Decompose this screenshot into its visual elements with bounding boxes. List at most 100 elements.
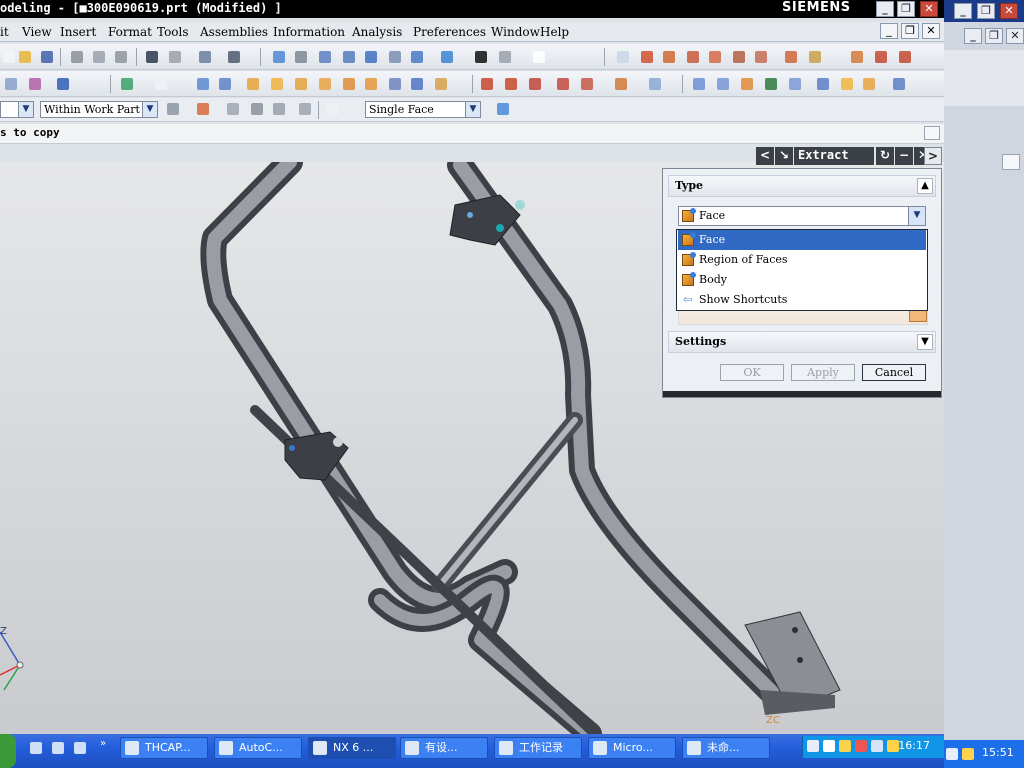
snap-point-icon[interactable] bbox=[614, 48, 632, 66]
extract-icon[interactable] bbox=[890, 75, 908, 93]
keyboard-icon[interactable] bbox=[807, 740, 819, 752]
zoom-in-out-icon[interactable] bbox=[340, 48, 358, 66]
edit-curve-icon[interactable] bbox=[612, 75, 630, 93]
select-feature-icon[interactable] bbox=[248, 100, 266, 118]
cue-line-expand-icon[interactable] bbox=[924, 126, 940, 140]
chamfer-icon[interactable] bbox=[432, 75, 450, 93]
view-icon[interactable] bbox=[225, 48, 243, 66]
ime-icon[interactable] bbox=[839, 740, 851, 752]
rectangle-select-icon[interactable] bbox=[324, 100, 342, 118]
type-dropdown[interactable]: Face ▼ bbox=[678, 206, 926, 226]
maximize-button[interactable]: ❐ bbox=[897, 1, 915, 17]
datum-icon[interactable] bbox=[26, 75, 44, 93]
reset-icon[interactable]: ↘ bbox=[775, 147, 793, 165]
filter-settings-icon[interactable] bbox=[164, 100, 182, 118]
taskbar-item-autocad[interactable]: AutoC... bbox=[214, 737, 302, 759]
menu-edit[interactable]: it bbox=[0, 24, 9, 40]
menu-format[interactable]: Format bbox=[108, 24, 152, 40]
menu-help[interactable]: Help bbox=[540, 24, 569, 40]
outer-close-button[interactable]: ✕ bbox=[1000, 3, 1018, 19]
next-dialog-icon[interactable]: > bbox=[924, 147, 942, 165]
thicken-icon[interactable] bbox=[838, 75, 856, 93]
menu-assemblies[interactable]: Assemblies bbox=[200, 24, 268, 40]
sketch-icon[interactable] bbox=[2, 75, 20, 93]
deselect-icon[interactable] bbox=[296, 100, 314, 118]
arc-icon[interactable] bbox=[502, 75, 520, 93]
taskbar-item-ie[interactable]: 有设... bbox=[400, 737, 488, 759]
block-icon[interactable] bbox=[244, 75, 262, 93]
chevron-up-icon[interactable]: ▲ bbox=[917, 178, 933, 194]
settings-group-header[interactable]: Settings ▼ bbox=[668, 331, 936, 353]
outer-tray-icon[interactable] bbox=[946, 748, 958, 760]
menu-insert[interactable]: Insert bbox=[60, 24, 96, 40]
outer-expand-icon[interactable] bbox=[1002, 154, 1020, 170]
select-all-icon[interactable] bbox=[270, 100, 288, 118]
select-body-icon[interactable] bbox=[494, 100, 512, 118]
ruled-icon[interactable] bbox=[714, 75, 732, 93]
option-body[interactable]: Body bbox=[678, 270, 926, 290]
network-icon[interactable] bbox=[871, 740, 883, 752]
snap-toggle-icon[interactable] bbox=[194, 100, 212, 118]
pan-icon[interactable] bbox=[386, 48, 404, 66]
show-desktop-icon[interactable] bbox=[30, 742, 42, 754]
close-button[interactable]: ✕ bbox=[920, 1, 938, 17]
trim-sheet-icon[interactable] bbox=[814, 75, 832, 93]
ok-button[interactable]: OK bbox=[720, 364, 784, 381]
extrude-icon[interactable] bbox=[194, 75, 212, 93]
paste-icon[interactable] bbox=[112, 48, 130, 66]
select-icon[interactable] bbox=[196, 48, 214, 66]
render-style-icon[interactable] bbox=[472, 48, 490, 66]
projection-icon[interactable] bbox=[646, 75, 664, 93]
face-rule-dropdown[interactable]: Single Face ▼ bbox=[365, 101, 481, 118]
revolve-icon[interactable] bbox=[216, 75, 234, 93]
chevron-down-icon[interactable]: ▼ bbox=[917, 334, 933, 350]
background-icon[interactable] bbox=[530, 48, 548, 66]
curve-analysis-icon[interactable] bbox=[848, 48, 866, 66]
selection-scope-dropdown[interactable]: Within Work Part ▼ bbox=[40, 101, 158, 118]
outer-mdi-minimize[interactable]: _ bbox=[964, 28, 982, 44]
type-filter-dropdown[interactable]: ▼ bbox=[0, 101, 34, 118]
tray-expand-icon[interactable] bbox=[823, 740, 835, 752]
subtract-icon[interactable] bbox=[362, 75, 380, 93]
taskbar-item-excel[interactable]: Micro... bbox=[588, 737, 676, 759]
edge-blend-icon[interactable] bbox=[408, 75, 426, 93]
menu-information[interactable]: Information bbox=[273, 24, 345, 40]
edge-display-icon[interactable] bbox=[496, 48, 514, 66]
taskbar-item-thcap[interactable]: THCAP... bbox=[120, 737, 208, 759]
menu-tools[interactable]: Tools bbox=[157, 24, 189, 40]
intersect-icon[interactable] bbox=[386, 75, 404, 93]
apply-button[interactable]: Apply bbox=[791, 364, 855, 381]
unite-icon[interactable] bbox=[340, 75, 358, 93]
measure-icon[interactable] bbox=[782, 48, 800, 66]
outer-tray-icon-2[interactable] bbox=[962, 748, 974, 760]
work-layer-icon[interactable] bbox=[152, 75, 170, 93]
menu-analysis[interactable]: Analysis bbox=[352, 24, 402, 40]
arc-center-icon[interactable] bbox=[730, 48, 748, 66]
intersection-icon[interactable] bbox=[706, 48, 724, 66]
sphere-icon[interactable] bbox=[316, 75, 334, 93]
open-icon[interactable] bbox=[16, 48, 34, 66]
modeling-icon[interactable] bbox=[54, 75, 72, 93]
type-group-header[interactable]: Type ▲ bbox=[668, 175, 936, 197]
previous-dialog-icon[interactable]: < bbox=[756, 147, 774, 165]
quicklaunch-more-icon[interactable]: » bbox=[100, 738, 106, 749]
quicklaunch-icon[interactable] bbox=[74, 742, 86, 754]
tangent-icon[interactable] bbox=[752, 48, 770, 66]
minimize-button[interactable]: _ bbox=[876, 1, 894, 17]
surface-icon[interactable] bbox=[690, 75, 708, 93]
volume-icon[interactable] bbox=[887, 740, 899, 752]
curve-icon[interactable] bbox=[872, 48, 890, 66]
outer-mdi-close[interactable]: ✕ bbox=[1006, 28, 1024, 44]
option-show-shortcuts[interactable]: ⇦ Show Shortcuts bbox=[678, 290, 926, 310]
zoom-icon[interactable] bbox=[316, 48, 334, 66]
option-face[interactable]: Face bbox=[678, 230, 926, 250]
chevron-down-icon[interactable]: ▼ bbox=[908, 207, 925, 225]
cone-icon[interactable] bbox=[292, 75, 310, 93]
midpoint-icon[interactable] bbox=[660, 48, 678, 66]
line-icon[interactable] bbox=[478, 75, 496, 93]
rotate-icon[interactable] bbox=[362, 48, 380, 66]
layer-icon[interactable] bbox=[118, 75, 136, 93]
copy-icon[interactable] bbox=[90, 48, 108, 66]
menu-preferences[interactable]: Preferences bbox=[413, 24, 486, 40]
analysis-icon[interactable] bbox=[806, 48, 824, 66]
